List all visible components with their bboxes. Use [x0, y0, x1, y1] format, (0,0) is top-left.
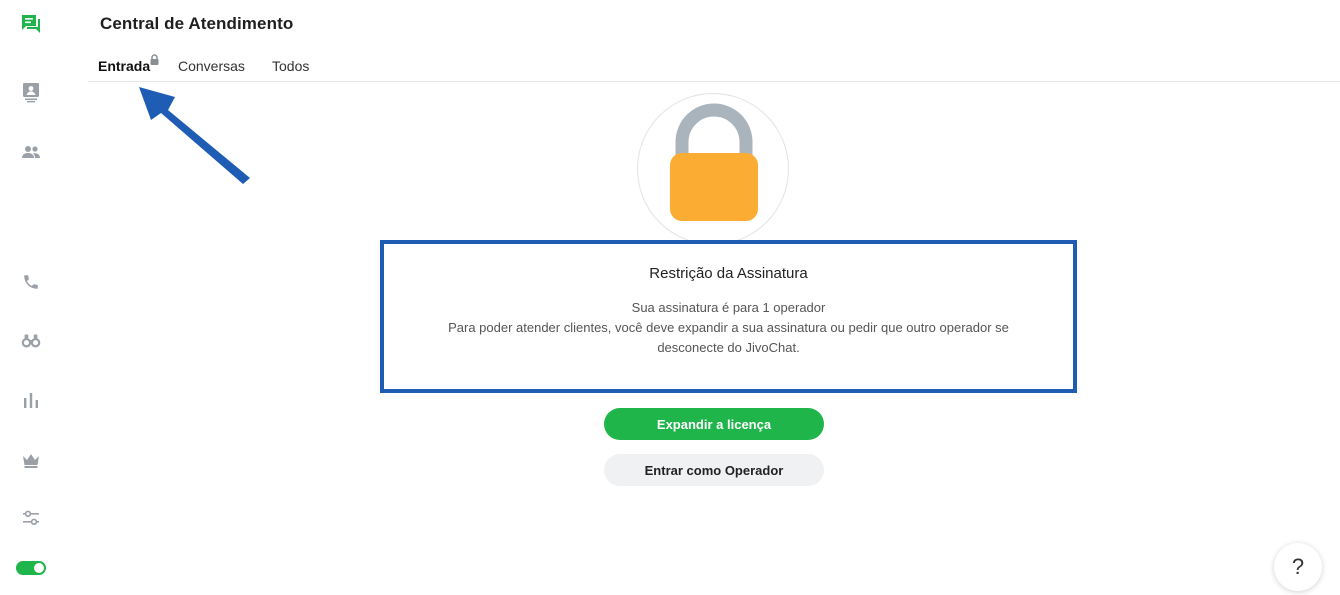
stats-icon[interactable] [19, 388, 43, 412]
tab-conversas[interactable]: Conversas [178, 58, 245, 74]
restriction-message-line-1: Sua assinatura é para 1 operador [631, 300, 826, 315]
help-button[interactable]: ? [1274, 543, 1322, 591]
restriction-message-line-3: desconecte do JivoChat. [657, 340, 800, 355]
tab-todos[interactable]: Todos [272, 58, 309, 74]
restriction-panel: Restrição da Assinatura Sua assinatura é… [380, 240, 1077, 393]
chat-icon[interactable] [19, 12, 43, 36]
restriction-message-line-2: Para poder atender clientes, você deve e… [448, 320, 1009, 335]
crown-icon[interactable] [19, 448, 43, 472]
tab-entrada-label: Entrada [98, 58, 151, 74]
phone-icon[interactable] [19, 270, 43, 294]
enter-as-operator-button[interactable]: Entrar como Operador [604, 454, 824, 486]
tab-entrada[interactable]: Entrada [98, 54, 159, 74]
status-toggle-knob [34, 563, 44, 573]
settings-sliders-icon[interactable] [19, 506, 43, 530]
padlock-illustration [637, 93, 789, 245]
binoculars-icon[interactable] [19, 328, 43, 352]
restriction-title: Restrição da Assinatura [649, 265, 808, 282]
status-toggle[interactable] [16, 561, 46, 575]
team-icon[interactable] [19, 140, 43, 164]
page-title: Central de Atendimento [100, 14, 294, 33]
padlock-icon [670, 103, 758, 221]
sidebar [0, 0, 62, 595]
lock-icon [149, 53, 160, 69]
visitors-icon[interactable] [19, 80, 43, 104]
header-divider [88, 81, 1340, 82]
expand-license-button[interactable]: Expandir a licença [604, 408, 824, 440]
